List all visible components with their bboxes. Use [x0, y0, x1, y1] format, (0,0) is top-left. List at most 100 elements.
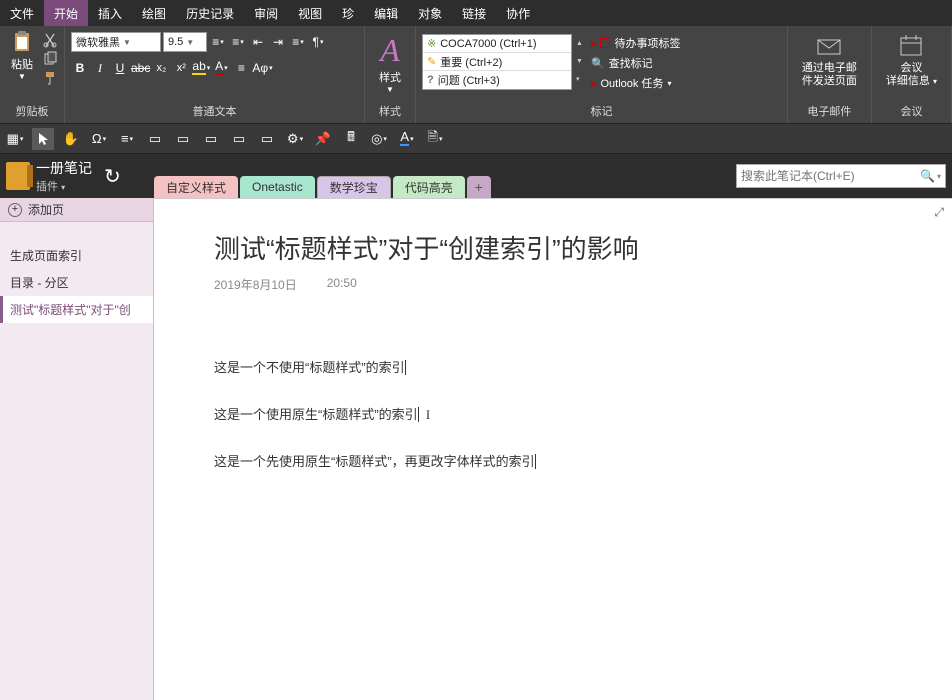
- menu-collab[interactable]: 协作: [496, 0, 540, 26]
- page-title[interactable]: 测试“标题样式”对于“创建索引”的影响: [214, 229, 952, 266]
- format-painter-icon[interactable]: [42, 70, 58, 86]
- tab-code-highlight[interactable]: 代码高亮: [393, 176, 465, 198]
- search-dropdown[interactable]: ▾: [937, 172, 941, 181]
- tab-add[interactable]: +: [467, 176, 491, 198]
- addon-toolbar: ▦▾ ✋ Ω▾ ≡▾ ▭ ▭ ▭ ▭ ▭ ⚙▾ 📌 🖩 ◎▾ A▾ 🗎▾: [0, 124, 952, 154]
- email-page-button[interactable]: 通过电子邮件发送页面: [794, 28, 865, 92]
- tb-cursor-button[interactable]: [32, 128, 54, 150]
- tb-box4-button[interactable]: ▭: [228, 128, 250, 150]
- tb-box1-button[interactable]: ▭: [144, 128, 166, 150]
- menu-insert[interactable]: 插入: [88, 0, 132, 26]
- ribbon: 粘贴 ▼ 剪贴板 微软雅黑▼ 9.5▼ ≡▾ ≡▾ ⇤ ⇥ ≡▾ ¶▾: [0, 26, 952, 124]
- styles-label: 样式: [379, 69, 401, 85]
- outlook-tasks-button[interactable]: ▸Outlook 任务▾: [591, 74, 681, 92]
- menu-object[interactable]: 对象: [408, 0, 452, 26]
- menu-draw[interactable]: 绘图: [132, 0, 176, 26]
- search-box[interactable]: 🔍 ▾: [736, 164, 946, 188]
- number-list-button[interactable]: ≡▾: [229, 32, 247, 52]
- meeting-details-button[interactable]: 会议详细信息 ▾: [878, 28, 945, 92]
- tb-hand-button[interactable]: ✋: [60, 128, 82, 150]
- menu-file[interactable]: 文件: [0, 0, 44, 26]
- cut-icon[interactable]: [42, 32, 58, 48]
- tb-pin-button[interactable]: 📌: [312, 128, 334, 150]
- clear-format-button[interactable]: Aφ▾: [252, 58, 272, 78]
- strike-button[interactable]: abc: [131, 58, 150, 78]
- plus-icon: +: [8, 203, 22, 217]
- bullet-list-button[interactable]: ≡▾: [209, 32, 227, 52]
- find-tags-button[interactable]: 🔍查找标记: [591, 54, 681, 72]
- tab-math-treasure[interactable]: 数学珍宝: [317, 176, 391, 198]
- tb-calc-button[interactable]: 🖩: [340, 128, 362, 150]
- paragraph-3[interactable]: 这是一个先使用原生“标题样式”，再更改字体样式的索引: [214, 451, 952, 470]
- menu-review[interactable]: 审阅: [244, 0, 288, 26]
- todo-tag-button[interactable]: ▸待办事项标签: [591, 34, 681, 52]
- highlight-button[interactable]: ab▾: [192, 58, 210, 78]
- font-color-button[interactable]: A▾: [212, 58, 230, 78]
- page-item-2[interactable]: 测试"标题样式"对于"创: [0, 296, 153, 323]
- tags-scroll-up[interactable]: ▲: [576, 34, 583, 52]
- tag-item-2[interactable]: ✎重要 (Ctrl+2): [423, 53, 571, 71]
- tb-box5-button[interactable]: ▭: [256, 128, 278, 150]
- page-date[interactable]: 2019年8月10日: [214, 276, 297, 293]
- paragraph-1[interactable]: 这是一个不使用“标题样式”的索引: [214, 357, 952, 376]
- refresh-button[interactable]: ↻: [104, 164, 121, 189]
- menu-history[interactable]: 历史记录: [176, 0, 244, 26]
- italic-button[interactable]: I: [91, 58, 109, 78]
- tb-doc-button[interactable]: 🗎▾: [424, 128, 446, 150]
- menu-view[interactable]: 视图: [288, 0, 332, 26]
- flag-icon: ▸: [591, 77, 597, 90]
- tb-box3-button[interactable]: ▭: [200, 128, 222, 150]
- tb-omega-button[interactable]: Ω▾: [88, 128, 110, 150]
- subscript-button[interactable]: x₂: [152, 58, 170, 78]
- tag-item-1[interactable]: ※COCA7000 (Ctrl+1): [423, 35, 571, 53]
- page-time[interactable]: 20:50: [327, 276, 357, 293]
- tb-lines-button[interactable]: ≡▾: [116, 128, 138, 150]
- copy-icon[interactable]: [42, 51, 58, 67]
- search-icon[interactable]: 🔍: [920, 169, 935, 183]
- notebook-icon[interactable]: [6, 162, 30, 190]
- tb-grid-button[interactable]: ▦▾: [4, 128, 26, 150]
- group-font: 微软雅黑▼ 9.5▼ ≡▾ ≡▾ ⇤ ⇥ ≡▾ ¶▾ B I U abc x₂ …: [65, 26, 365, 123]
- menu-zhen[interactable]: 珍: [332, 0, 364, 26]
- tags-expand[interactable]: ▾: [576, 70, 583, 88]
- flag-icon: ▸: [591, 37, 597, 50]
- page-item-0[interactable]: 生成页面索引: [0, 242, 153, 269]
- snow-icon: ※: [427, 37, 436, 50]
- paragraph-spacing-button[interactable]: ¶▾: [309, 32, 327, 52]
- tab-onetastic[interactable]: Onetastic: [240, 176, 315, 198]
- paste-button[interactable]: 粘贴 ▼: [6, 28, 38, 83]
- tags-scroll-down[interactable]: ▼: [576, 52, 583, 70]
- tags-gallery[interactable]: ※COCA7000 (Ctrl+1) ✎重要 (Ctrl+2) ?问题 (Ctr…: [422, 34, 572, 90]
- tb-fontcolor-button[interactable]: A▾: [396, 128, 418, 150]
- page-sidebar: + 添加页 生成页面索引 目录 - 分区 测试"标题样式"对于"创: [0, 198, 154, 700]
- superscript-button[interactable]: x²: [172, 58, 190, 78]
- tb-gear-button[interactable]: ⚙▾: [284, 128, 306, 150]
- menu-link[interactable]: 链接: [452, 0, 496, 26]
- menu-bar: 文件 开始 插入 绘图 历史记录 审阅 视图 珍 编辑 对象 链接 协作: [0, 0, 952, 26]
- align-left-button[interactable]: ≡: [232, 58, 250, 78]
- font-size-select[interactable]: 9.5▼: [163, 32, 207, 52]
- font-name-select[interactable]: 微软雅黑▼: [71, 32, 161, 52]
- tb-box2-button[interactable]: ▭: [172, 128, 194, 150]
- page-item-1[interactable]: 目录 - 分区: [0, 269, 153, 296]
- paragraph-2[interactable]: 这是一个使用原生“标题样式”的索引 I: [214, 404, 952, 423]
- styles-button[interactable]: A 样式 ▼: [371, 28, 409, 98]
- page-canvas[interactable]: ⤢ 测试“标题样式”对于“创建索引”的影响 2019年8月10日 20:50 这…: [154, 198, 952, 700]
- add-page-button[interactable]: + 添加页: [0, 198, 153, 222]
- tab-custom-styles[interactable]: 自定义样式: [154, 176, 238, 198]
- paste-dropdown[interactable]: ▼: [18, 72, 26, 81]
- clipboard-icon: [10, 30, 34, 54]
- menu-home[interactable]: 开始: [44, 0, 88, 26]
- menu-edit[interactable]: 编辑: [364, 0, 408, 26]
- expand-icon[interactable]: ⤢: [934, 205, 944, 220]
- tb-target-button[interactable]: ◎▾: [368, 128, 390, 150]
- outdent-button[interactable]: ⇤: [249, 32, 267, 52]
- tag-item-3[interactable]: ?问题 (Ctrl+3): [423, 71, 571, 89]
- underline-button[interactable]: U: [111, 58, 129, 78]
- align-button[interactable]: ≡▾: [289, 32, 307, 52]
- calendar-icon: [897, 32, 925, 60]
- group-styles: A 样式 ▼ 样式: [365, 26, 416, 123]
- search-input[interactable]: [741, 169, 920, 183]
- bold-button[interactable]: B: [71, 58, 89, 78]
- indent-button[interactable]: ⇥: [269, 32, 287, 52]
